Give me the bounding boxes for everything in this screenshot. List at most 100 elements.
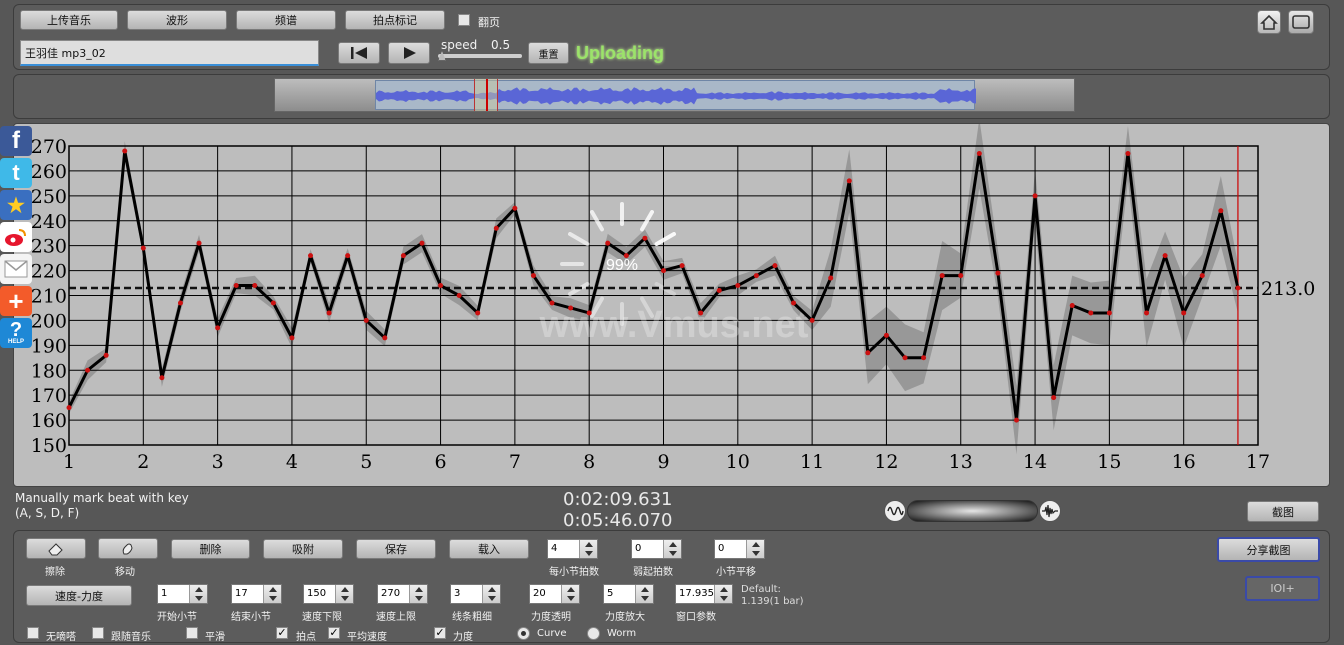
start-bar-stepper[interactable]: 1 xyxy=(157,584,208,604)
beat-marker xyxy=(1181,310,1187,316)
beat-marker xyxy=(493,225,499,231)
upload-music-button[interactable]: 上传音乐 xyxy=(20,10,118,30)
x-tick-label: 5 xyxy=(360,451,372,473)
current-time: 0:02:09.631 xyxy=(563,489,673,510)
x-tick-label: 7 xyxy=(509,451,521,473)
save-button[interactable]: 保存 xyxy=(356,539,436,559)
beat-marker xyxy=(568,305,574,311)
overview-track[interactable] xyxy=(274,78,1075,112)
beat-marker xyxy=(679,263,685,269)
default-line-2: 1.139(1 bar) xyxy=(741,596,804,607)
dynamics-zoom-label: 力度放大 xyxy=(605,612,645,623)
y-tick-label: 160 xyxy=(31,410,67,432)
zoom-waveform-icon[interactable] xyxy=(884,500,906,522)
rewind-button[interactable] xyxy=(338,42,380,64)
facebook-icon[interactable]: f xyxy=(0,126,32,156)
x-tick-label: 16 xyxy=(1172,451,1196,473)
twitter-icon[interactable]: t xyxy=(0,158,32,188)
beat-marker xyxy=(1235,285,1241,291)
filename-field[interactable]: 王羽佳 mp3_02 xyxy=(20,40,319,66)
favorite-star-icon[interactable]: ★ xyxy=(0,190,32,220)
filename-text: 王羽佳 mp3_02 xyxy=(25,47,106,60)
dynamics-checkbox[interactable]: ✓ xyxy=(434,627,446,639)
snap-button[interactable]: 吸附 xyxy=(263,539,343,559)
x-tick-label: 8 xyxy=(583,451,595,473)
zoom-slider[interactable] xyxy=(907,500,1038,522)
ioi-button[interactable]: IOI+ xyxy=(1245,576,1320,601)
tempo-low-stepper[interactable]: 150 xyxy=(303,584,354,604)
beat-marker xyxy=(270,300,276,306)
curve-label: Curve xyxy=(537,628,567,639)
tempo-chart[interactable]: 1 2 3 4 5 6 7 8 9 10 11 12 13 14 15 16 17150160170180190… xyxy=(14,124,1344,486)
beat-marker xyxy=(846,178,852,184)
flip-page-checkbox[interactable] xyxy=(458,14,470,26)
bar-shift-stepper[interactable]: 0 xyxy=(714,539,765,559)
home-icon[interactable] xyxy=(1257,10,1281,34)
beat-marker xyxy=(1125,150,1131,156)
y-tick-label: 260 xyxy=(31,161,67,183)
tempo-low-label: 速度下限 xyxy=(302,612,342,623)
curve-radio[interactable] xyxy=(517,627,530,640)
beat-marker xyxy=(400,253,406,259)
move-button[interactable] xyxy=(98,538,158,559)
speed-slider[interactable] xyxy=(438,51,522,61)
beat-marker xyxy=(1144,310,1150,316)
beat-mark-button[interactable]: 拍点标记 xyxy=(345,10,445,30)
average-tempo-label: 213.0 xyxy=(1261,278,1315,300)
smooth-checkbox[interactable] xyxy=(186,627,198,639)
y-tick-label: 170 xyxy=(31,385,67,407)
avg-tempo-checkbox[interactable]: ✓ xyxy=(328,627,340,639)
beat-marker xyxy=(456,293,462,298)
x-tick-label: 12 xyxy=(874,451,898,473)
zoom-spectrum-icon[interactable] xyxy=(1039,500,1061,522)
weibo-icon[interactable] xyxy=(0,222,32,252)
email-icon[interactable] xyxy=(0,254,32,284)
end-bar-stepper[interactable]: 17 xyxy=(231,584,282,604)
overview-window[interactable] xyxy=(375,79,976,111)
delete-button[interactable]: 删除 xyxy=(171,539,250,559)
beat-checkbox[interactable]: ✓ xyxy=(276,627,288,639)
waveform-button[interactable]: 波形 xyxy=(127,10,227,30)
screenshot-button[interactable]: 截图 xyxy=(1247,501,1319,522)
window-param-stepper[interactable]: 17.935 xyxy=(675,584,733,604)
tempo-dynamics-button[interactable]: 速度-力度 xyxy=(26,585,132,606)
erase-button[interactable] xyxy=(26,538,86,559)
dynamics-zoom-stepper[interactable]: 5 xyxy=(603,584,654,604)
reset-button[interactable]: 重置 xyxy=(528,42,569,64)
hint-line-1: Manually mark beat with key xyxy=(15,491,189,505)
beat-marker xyxy=(233,283,239,289)
metronome-checkbox[interactable] xyxy=(27,627,39,639)
beat-marker xyxy=(215,325,221,331)
spectrum-button[interactable]: 频谱 xyxy=(236,10,336,30)
y-tick-label: 190 xyxy=(31,335,67,357)
dynamics-alpha-stepper[interactable]: 20 xyxy=(529,584,580,604)
beat-marker xyxy=(995,270,1001,276)
x-tick-label: 6 xyxy=(435,451,447,473)
beat-marker xyxy=(623,253,629,259)
beat-marker xyxy=(716,288,722,294)
y-tick-label: 230 xyxy=(31,236,67,258)
total-time: 0:05:46.070 xyxy=(563,510,673,531)
play-button[interactable] xyxy=(388,42,430,64)
beat-marker xyxy=(828,275,834,281)
share-plus-icon[interactable]: + xyxy=(0,286,32,316)
upbeat-stepper[interactable]: 0 xyxy=(631,539,682,559)
overview-playhead[interactable] xyxy=(474,79,498,111)
share-screenshot-button[interactable]: 分享截图 xyxy=(1217,537,1320,562)
worm-radio[interactable] xyxy=(587,627,600,640)
beat-marker xyxy=(1106,310,1112,316)
load-button[interactable]: 载入 xyxy=(449,539,529,559)
line-width-stepper[interactable]: 3 xyxy=(450,584,501,604)
window-icon[interactable] xyxy=(1288,10,1314,34)
help-icon[interactable]: ? HELP xyxy=(0,318,32,348)
speed-value: 0.5 xyxy=(491,38,511,52)
skip-back-icon xyxy=(351,47,367,59)
follow-music-checkbox[interactable] xyxy=(92,627,104,639)
tempo-high-label: 速度上限 xyxy=(376,612,416,623)
beat-marker xyxy=(363,317,369,323)
speed-label: speed xyxy=(441,38,478,52)
flip-page-label: 翻页 xyxy=(478,16,500,29)
tempo-high-stepper[interactable]: 270 xyxy=(377,584,428,604)
y-tick-label: 250 xyxy=(31,186,67,208)
beats-per-bar-stepper[interactable]: 4 xyxy=(547,539,598,559)
